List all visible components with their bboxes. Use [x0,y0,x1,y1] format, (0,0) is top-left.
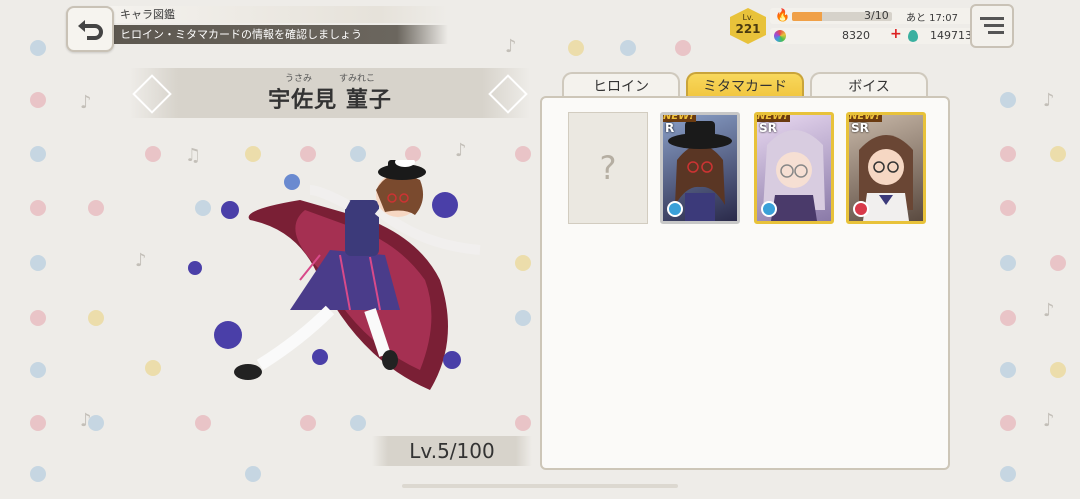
tab-mitama-card-label: ミタマカード [703,79,787,95]
back-button[interactable] [66,6,114,52]
stamina-row: 🔥 3/10 あと 17:07 + [770,6,995,24]
card-attribute-icon [853,201,869,217]
mitama-card[interactable]: NEW! SR [754,112,834,224]
mitama-card[interactable]: NEW! SR [846,112,926,224]
stamina-bar-fill [792,12,822,21]
player-level-badge: Lv. 221 [730,8,766,44]
character-level-plate: Lv.5/100 [372,436,532,466]
character-name-ruby: うさみ すみれこ [130,68,530,84]
card-list-panel: ? NEW! R NEW! SR NEW! SR [540,96,950,470]
stamina-timer: あと 17:07 [906,13,958,24]
level-label: Lv. [742,13,754,22]
unknown-card-mark: ? [599,149,617,187]
character-name-banner: うさみ すみれこ 宇佐見 菫子 [130,68,530,118]
character-name: 宇佐見 菫子 [268,88,392,113]
currency1-add-button[interactable]: + [890,26,902,42]
character-level: Lv.5/100 [409,439,495,463]
drop-icon [908,30,918,42]
stamina-value: 3/10 [864,9,889,22]
card-rarity: R [665,121,675,135]
menu-button[interactable] [970,4,1014,48]
page-title: キャラ図鑑 [108,6,448,23]
card-attribute-icon [761,201,777,217]
locked-card-slot[interactable]: ? [568,112,648,224]
card-attribute-icon [667,201,683,217]
menu-icon [980,17,1004,34]
character-illustration [180,157,500,400]
page-title-bar: キャラ図鑑 ヒロイン・ミタマカードの情報を確認しましょう [108,6,448,46]
currency1-value: 8320 [842,29,870,42]
stamina-flame-icon: 🔥 [775,8,790,22]
card-rarity: SR [759,121,777,135]
mitama-card[interactable]: NEW! R [660,112,740,224]
card-rarity: SR [851,121,869,135]
character-art [188,157,481,390]
page-subtitle: ヒロイン・ミタマカードの情報を確認しましょう [108,25,448,44]
rainbow-orb-icon [774,30,786,42]
player-status-panel: Lv. 221 🔥 3/10 あと 17:07 + 8320 + 1497131… [730,6,1000,46]
currency-row: 8320 + 14971319 [770,26,995,44]
player-level: 221 [735,22,761,36]
horizontal-scrollbar[interactable] [402,484,678,488]
back-arrow-icon [78,20,103,40]
tab-heroine-label: ヒロイン [593,79,649,95]
tab-voice-label: ボイス [848,79,890,95]
